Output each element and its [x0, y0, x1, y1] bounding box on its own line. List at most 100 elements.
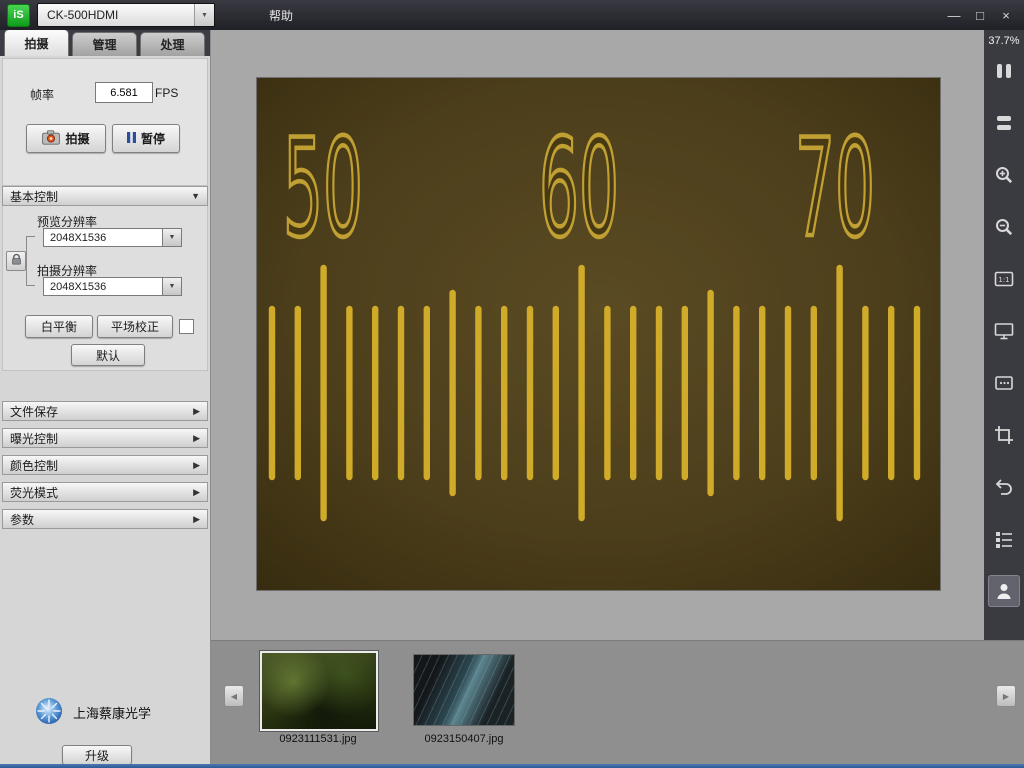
resolution-link-bracket — [26, 236, 35, 286]
flat-field-button[interactable]: 平场校正 — [97, 315, 173, 338]
user-account-button[interactable] — [988, 575, 1020, 607]
section-expanded-icon: ▼ — [191, 191, 200, 201]
tab-process[interactable]: 处理 — [140, 32, 205, 56]
section-color-control[interactable]: 颜色控制 ▶ — [2, 455, 208, 475]
maximize-button[interactable]: □ — [972, 8, 988, 23]
upgrade-button-label: 升级 — [85, 747, 109, 764]
pause-button[interactable]: 暂停 — [112, 124, 180, 153]
svg-text:1:1: 1:1 — [998, 276, 1009, 284]
file-list-icon — [993, 528, 1015, 550]
thumbnail-image — [262, 653, 376, 729]
zoom-out-icon — [993, 216, 1015, 238]
window-controls: — □ × — [946, 8, 1024, 23]
tab-manage[interactable]: 管理 — [72, 32, 137, 56]
thumbnail-filename: 0923111531.jpg — [238, 733, 398, 745]
split-vertical-icon — [993, 60, 1015, 82]
thumbnail-image — [414, 655, 514, 725]
section-exposure-title: 曝光控制 — [10, 430, 193, 447]
section-exposure-control[interactable]: 曝光控制 ▶ — [2, 428, 208, 448]
tab-capture[interactable]: 拍摄 — [4, 29, 69, 56]
capture-button[interactable]: 拍摄 — [26, 124, 106, 153]
framerate-label: 帧率 — [30, 86, 54, 103]
section-collapsed-icon: ▶ — [193, 433, 200, 444]
viewer-area: 506070 — [210, 30, 984, 640]
thumbnail-filename: 0923150407.jpg — [384, 733, 544, 745]
capture-button-label: 拍摄 — [65, 130, 89, 147]
capture-resolution-select[interactable]: 2048X1536 ▼ — [43, 277, 182, 296]
brand-name: 上海蔡康光学 — [73, 703, 151, 722]
section-file-save[interactable]: 文件保存 ▶ — [2, 401, 208, 421]
scroll-right-icon: ▶ — [1003, 692, 1009, 701]
section-collapsed-icon: ▶ — [193, 406, 200, 417]
section-collapsed-icon: ▶ — [193, 514, 200, 525]
lock-icon — [10, 253, 23, 269]
actual-size-button[interactable]: 1:1 — [988, 263, 1020, 295]
thumbnail-item-selected[interactable] — [262, 653, 376, 729]
split-horizontal-view-button[interactable] — [988, 107, 1020, 139]
preview-display-icon — [993, 372, 1015, 394]
pause-button-label: 暂停 — [141, 130, 165, 147]
white-balance-label: 白平衡 — [41, 318, 77, 335]
section-basic-title: 基本控制 — [10, 188, 191, 205]
preview-display-button[interactable] — [988, 367, 1020, 399]
scope-noise-overlay — [257, 78, 940, 590]
brand-area: 上海蔡康光学 — [34, 696, 151, 729]
app-logo-icon: iS — [7, 4, 30, 27]
fit-screen-button[interactable] — [988, 315, 1020, 347]
file-list-button[interactable] — [988, 523, 1020, 555]
preview-resolution-value: 2048X1536 — [43, 228, 163, 247]
zoom-in-button[interactable] — [988, 159, 1020, 191]
brand-logo-icon — [34, 696, 64, 729]
device-select-value: CK-500HDMI — [38, 4, 194, 26]
section-basic-control[interactable]: 基本控制 ▼ — [2, 186, 208, 206]
user-icon — [993, 580, 1015, 602]
capture-group-box — [2, 58, 208, 186]
flat-field-label: 平场校正 — [111, 318, 159, 335]
scroll-left-icon: ◀ — [231, 692, 237, 701]
microscope-live-image[interactable]: 506070 — [257, 78, 940, 590]
scroll-left-button[interactable]: ◀ — [224, 685, 244, 707]
chevron-down-icon[interactable]: ▼ — [194, 4, 214, 26]
scroll-right-button[interactable]: ▶ — [996, 685, 1016, 707]
zoom-out-button[interactable] — [988, 211, 1020, 243]
white-balance-button[interactable]: 白平衡 — [25, 315, 93, 338]
zoom-percent-label: 37.7% — [988, 35, 1019, 47]
undo-icon — [993, 476, 1015, 498]
resolution-lock-button[interactable] — [6, 251, 26, 271]
default-button[interactable]: 默认 — [71, 344, 145, 366]
thumbnail-item[interactable] — [414, 655, 514, 725]
minimize-button[interactable]: — — [946, 8, 962, 23]
right-toolbar: 37.7% 1:1 — [984, 30, 1024, 640]
zoom-in-icon — [993, 164, 1015, 186]
thumbnail-strip: ◀ 0923111531.jpg 0923150407.jpg ▶ — [210, 640, 1024, 768]
default-button-label: 默认 — [96, 347, 120, 364]
capture-resolution-value: 2048X1536 — [43, 277, 163, 296]
actual-size-icon: 1:1 — [993, 268, 1015, 290]
close-button[interactable]: × — [998, 8, 1014, 23]
upgrade-button[interactable]: 升级 — [62, 745, 132, 765]
section-fluorescence-mode[interactable]: 荧光模式 ▶ — [2, 482, 208, 502]
undo-button[interactable] — [988, 471, 1020, 503]
menu-help[interactable]: 帮助 — [259, 2, 303, 29]
section-collapsed-icon: ▶ — [193, 487, 200, 498]
framerate-input[interactable] — [95, 82, 153, 103]
fps-label: FPS — [155, 86, 178, 100]
crop-icon — [993, 424, 1015, 446]
device-select[interactable]: CK-500HDMI ▼ — [37, 3, 215, 27]
left-panel: 拍摄 管理 处理 帧率 FPS 拍摄 暂停 基本控制 ▼ 预览分辨率 2048X… — [0, 30, 211, 768]
fit-screen-icon — [993, 320, 1015, 342]
section-file-save-title: 文件保存 — [10, 403, 193, 420]
panel-tabs: 拍摄 管理 处理 — [0, 30, 210, 56]
preview-resolution-select[interactable]: 2048X1536 ▼ — [43, 228, 182, 247]
chevron-down-icon[interactable]: ▼ — [163, 277, 182, 296]
crop-button[interactable] — [988, 419, 1020, 451]
split-vertical-view-button[interactable] — [988, 55, 1020, 87]
flat-field-checkbox[interactable] — [179, 319, 194, 334]
section-parameters-title: 参数 — [10, 511, 193, 528]
titlebar: iS CK-500HDMI ▼ 帮助 — □ × — [0, 0, 1024, 30]
window-bottom-border — [0, 764, 1024, 768]
section-color-title: 颜色控制 — [10, 457, 193, 474]
section-collapsed-icon: ▶ — [193, 460, 200, 471]
chevron-down-icon[interactable]: ▼ — [163, 228, 182, 247]
section-parameters[interactable]: 参数 ▶ — [2, 509, 208, 529]
